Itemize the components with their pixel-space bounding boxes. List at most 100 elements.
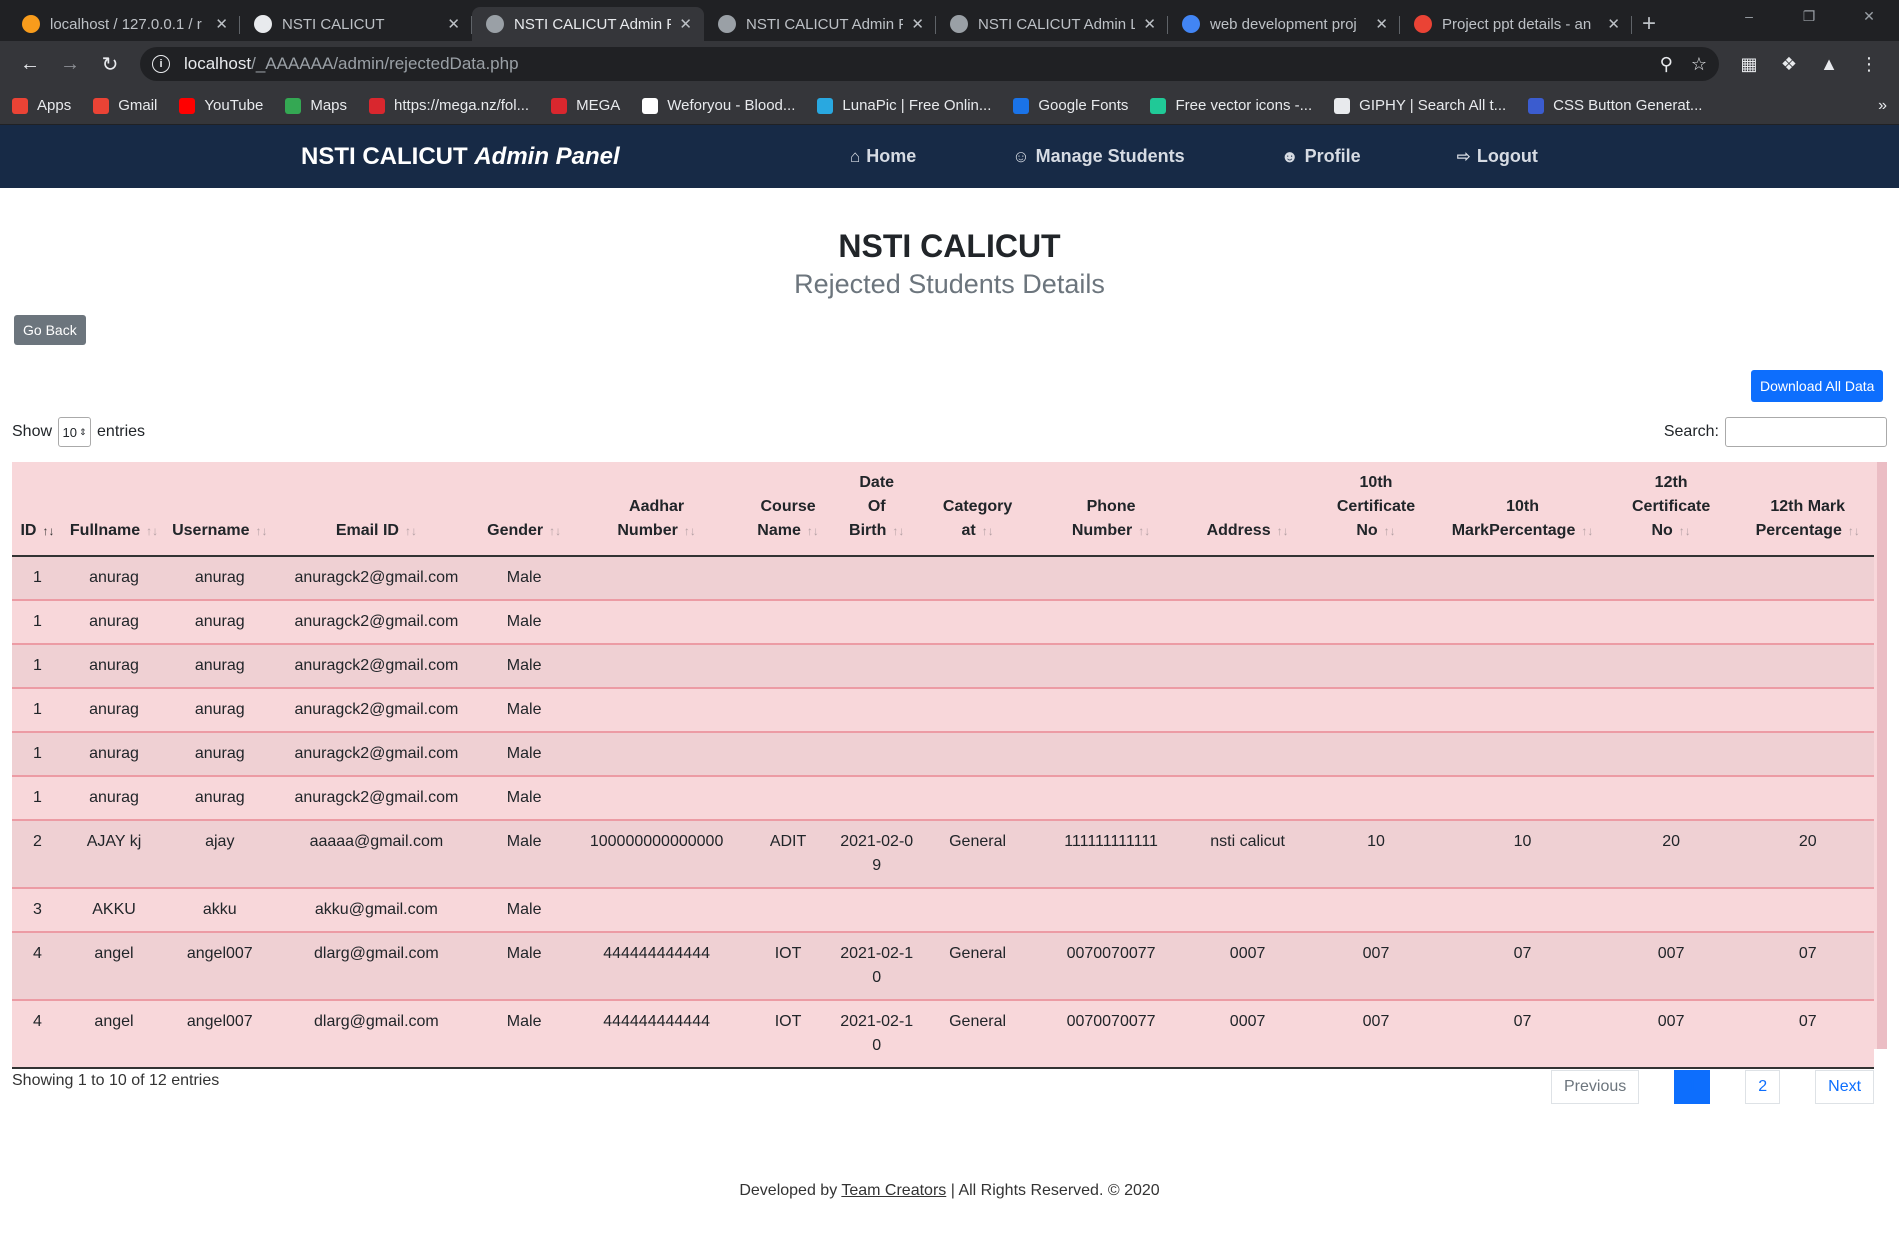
bookmark-item[interactable]: YouTube xyxy=(179,97,263,114)
bookmark-item[interactable]: Maps xyxy=(285,97,347,114)
brand-main: NSTI CALICUT xyxy=(301,142,468,170)
close-tab-icon[interactable]: ✕ xyxy=(679,15,692,33)
table-cell xyxy=(1307,688,1445,733)
bookmarks-bar: Apps Gmail YouTube Maps https://mega.nz/fol.… xyxy=(0,87,1899,125)
search-input[interactable] xyxy=(1725,417,1887,447)
bookmark-label: GIPHY | Search All t... xyxy=(1359,97,1507,114)
browser-tab[interactable]: localhost / 127.0.0.1 / r ✕ xyxy=(8,7,240,41)
table-cell: General xyxy=(920,932,1035,1001)
column-header[interactable]: 10th MarkPercentage ↑↓ xyxy=(1444,462,1601,557)
column-header[interactable]: Date Of Birth ↑↓ xyxy=(832,462,921,557)
next-page-button[interactable]: Next xyxy=(1815,1070,1875,1104)
weforyou-icon xyxy=(642,97,659,114)
close-tab-icon[interactable]: ✕ xyxy=(1143,15,1156,33)
bookmark-item[interactable]: CSS Button Generat... xyxy=(1528,97,1702,114)
browser-tab[interactable]: Project ppt details - an ✕ xyxy=(1400,7,1632,41)
column-header[interactable]: Fullname ↑↓ xyxy=(62,462,166,557)
bookmark-item[interactable]: Google Fonts xyxy=(1013,97,1128,114)
table-cell xyxy=(1307,888,1445,933)
forward-arrow-icon[interactable]: → xyxy=(50,46,90,82)
column-header[interactable]: 10th Certificate No ↑↓ xyxy=(1307,462,1445,557)
column-header-label: Address xyxy=(1207,522,1271,539)
bookmark-item[interactable]: Gmail xyxy=(93,97,157,114)
column-header[interactable]: Username ↑↓ xyxy=(165,462,275,557)
table-cell: IOT xyxy=(743,1000,833,1069)
table-cell xyxy=(1444,776,1601,821)
restore-icon[interactable]: ❐ xyxy=(1779,0,1839,32)
column-header-text: Category xyxy=(942,498,1013,515)
bookmark-item[interactable]: LunaPic | Free Onlin... xyxy=(817,97,991,114)
page-2-button[interactable]: 2 xyxy=(1745,1070,1781,1104)
column-header[interactable]: 12th Mark Percentage ↑↓ xyxy=(1741,462,1874,557)
browser-tab[interactable]: NSTI CALICUT Admin P ✕ xyxy=(704,7,936,41)
browser-tab-title: localhost / 127.0.0.1 / r xyxy=(50,15,202,33)
nav-link-manage-students[interactable]: ☺ Manage Students xyxy=(1012,146,1184,167)
column-header-text: Of xyxy=(867,498,886,515)
column-header[interactable]: Gender ↑↓ xyxy=(478,462,570,557)
browser-tab[interactable]: web development proj ✕ xyxy=(1168,7,1400,41)
zoom-icon[interactable]: ⚲ xyxy=(1660,54,1673,75)
column-header[interactable]: Address ↑↓ xyxy=(1187,462,1308,557)
page-1-button[interactable]: 1 xyxy=(1674,1070,1711,1104)
brand-italic: Admin Panel xyxy=(474,142,620,170)
bookmark-star-icon[interactable]: ☆ xyxy=(1691,54,1707,75)
entries-select[interactable]: 10 ⇕ xyxy=(58,417,92,447)
address-bar[interactable]: i localhost /_AAAAAA/admin/rejectedData.… xyxy=(140,47,1719,81)
footer-team-link[interactable]: Team Creators xyxy=(841,1182,946,1199)
column-header[interactable]: Category at ↑↓ xyxy=(920,462,1035,557)
reload-icon[interactable]: ↻ xyxy=(90,46,130,82)
profile-avatar-icon[interactable]: ▲ xyxy=(1809,54,1849,75)
site-info-icon[interactable]: i xyxy=(152,55,170,73)
bookmark-item[interactable]: GIPHY | Search All t... xyxy=(1334,97,1506,114)
bookmark-item[interactable]: MEGA xyxy=(551,97,620,114)
download-all-data-button[interactable]: Download All Data xyxy=(1751,370,1884,402)
table-cell: anurag xyxy=(62,732,166,777)
column-header[interactable]: Course Name ↑↓ xyxy=(743,462,833,557)
bookmark-item[interactable]: Weforyou - Blood... xyxy=(642,97,795,114)
bookmark-item[interactable]: https://mega.nz/fol... xyxy=(369,97,529,114)
previous-page-button[interactable]: Previous xyxy=(1551,1070,1640,1104)
minimize-icon[interactable]: – xyxy=(1719,0,1779,32)
go-back-button[interactable]: Go Back xyxy=(14,315,86,345)
globe-icon xyxy=(718,15,736,33)
column-header[interactable]: Email ID ↑↓ xyxy=(274,462,479,557)
nav-link-profile[interactable]: ☻ Profile xyxy=(1281,146,1361,167)
table-cell: 20 xyxy=(1600,820,1742,889)
brand-logo[interactable]: NSTI CALICUT Admin Panel xyxy=(301,143,620,171)
phpmyadmin-icon xyxy=(22,15,40,33)
bookmark-item[interactable]: Apps xyxy=(12,97,71,114)
close-tab-icon[interactable]: ✕ xyxy=(911,15,924,33)
close-tab-icon[interactable]: ✕ xyxy=(447,15,460,33)
browser-tab[interactable]: NSTI CALICUT ✕ xyxy=(240,7,472,41)
bookmarks-overflow-icon[interactable]: » xyxy=(1878,97,1887,115)
table-row: 4 angel angel007 dlarg@gmail.com Male 4444444… xyxy=(12,932,1874,1001)
table-cell xyxy=(1034,556,1188,601)
back-arrow-icon[interactable]: ← xyxy=(10,46,50,82)
table-cell: 2021-02-10 xyxy=(832,1000,921,1069)
column-header[interactable]: Phone Number ↑↓ xyxy=(1034,462,1188,557)
table-cell xyxy=(1034,600,1188,645)
nav-link-home[interactable]: ⌂ Home xyxy=(850,146,916,167)
column-header-label: 10th Certificate No xyxy=(1337,474,1415,539)
table-cell xyxy=(1600,732,1742,777)
close-tab-icon[interactable]: ✕ xyxy=(215,15,228,33)
close-window-icon[interactable]: ✕ xyxy=(1839,0,1899,32)
close-tab-icon[interactable]: ✕ xyxy=(1607,15,1620,33)
bookmark-item[interactable]: Free vector icons -... xyxy=(1150,97,1312,114)
table-cell xyxy=(743,888,833,933)
column-header[interactable]: 12th Certificate No ↑↓ xyxy=(1600,462,1742,557)
new-tab-plus-icon[interactable]: + xyxy=(1642,7,1656,41)
column-header-text: Phone xyxy=(1086,498,1136,515)
bookmark-label: MEGA xyxy=(576,97,621,114)
column-header[interactable]: Aadhar Number ↑↓ xyxy=(569,462,744,557)
browser-tab[interactable]: NSTI CALICUT Admin L ✕ xyxy=(936,7,1168,41)
browser-menu-icon[interactable]: ⋮ xyxy=(1849,54,1889,75)
column-header[interactable]: ID ↑↓ xyxy=(12,462,63,557)
reader-extension-icon[interactable]: ▦ xyxy=(1729,54,1769,75)
users-icon: ☺ xyxy=(1012,146,1030,166)
close-tab-icon[interactable]: ✕ xyxy=(1375,15,1388,33)
extensions-puzzle-icon[interactable]: ❖ xyxy=(1769,54,1809,75)
user-icon: ☻ xyxy=(1280,146,1299,166)
nav-link-logout[interactable]: ⇨ Logout xyxy=(1457,146,1538,167)
browser-tab[interactable]: NSTI CALICUT Admin P ✕ xyxy=(472,7,704,41)
